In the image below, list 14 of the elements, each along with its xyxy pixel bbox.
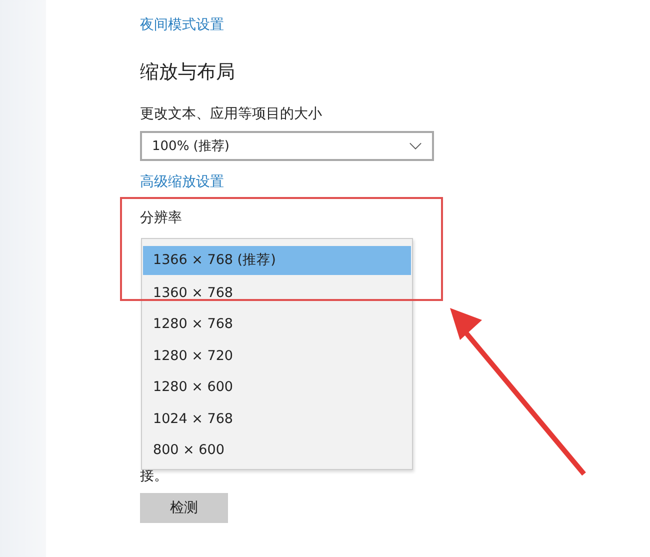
resolution-option[interactable]: 1024 × 768 xyxy=(143,404,411,435)
advanced-scaling-link[interactable]: 高级缩放设置 xyxy=(140,173,224,191)
resolution-option[interactable]: 1280 × 720 xyxy=(143,340,411,372)
resolution-option[interactable]: 800 × 600 xyxy=(143,435,411,466)
night-mode-link[interactable]: 夜间模式设置 xyxy=(140,16,224,34)
resolution-option[interactable]: 1280 × 600 xyxy=(143,372,411,404)
resolution-option[interactable]: 1366 × 768 (推荐) xyxy=(143,246,411,275)
field-label: 更改文本、应用等项目的大小 xyxy=(140,105,322,123)
section-title: 缩放与布局 xyxy=(140,60,235,85)
detect-button[interactable]: 检测 xyxy=(140,493,228,523)
resolution-option[interactable]: 1280 × 768 xyxy=(143,309,411,340)
scale-dropdown[interactable]: 100% (推荐) xyxy=(140,131,434,161)
resolution-option[interactable]: 1360 × 768 xyxy=(143,278,411,309)
field-label: 分辨率 xyxy=(140,209,182,227)
